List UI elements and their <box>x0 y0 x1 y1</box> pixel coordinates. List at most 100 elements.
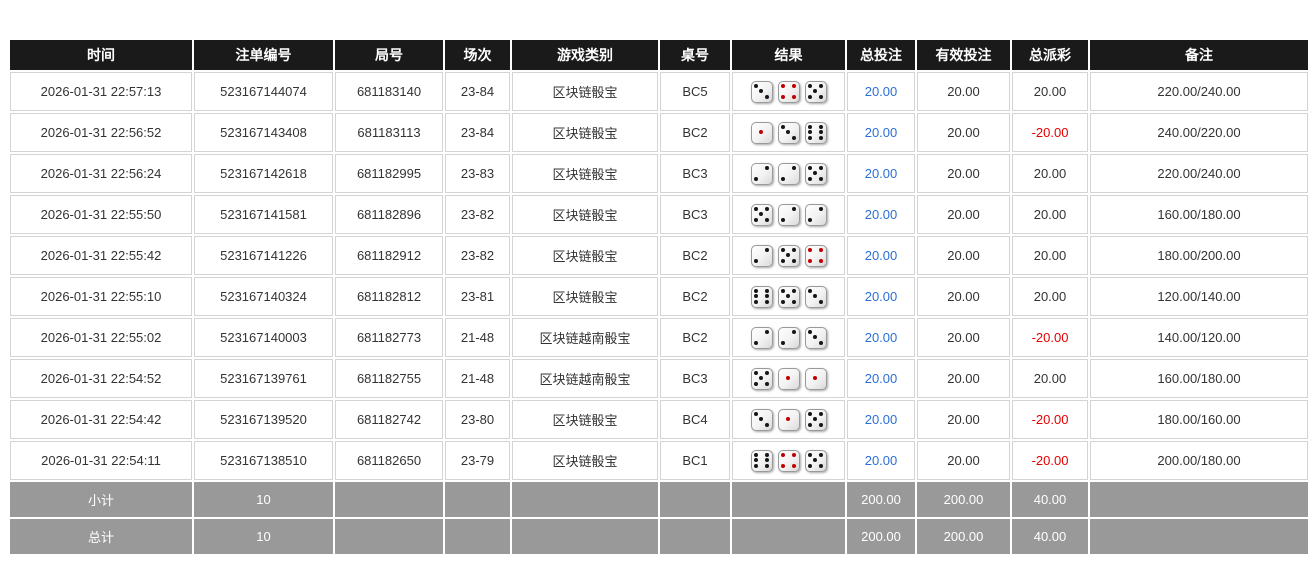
cell-time: 2026-01-31 22:57:13 <box>10 72 192 111</box>
cell-table_no: BC3 <box>660 359 730 398</box>
total-bet-link[interactable]: 20.00 <box>865 412 898 427</box>
cell-round_no: 681183140 <box>335 72 443 111</box>
footer-cell-total_payout: 40.00 <box>1012 482 1088 517</box>
cell-total_payout: 20.00 <box>1012 72 1088 111</box>
cell-text-total_payout: 20.00 <box>1034 207 1067 222</box>
cell-text-valid_bet: 20.00 <box>947 248 980 263</box>
cell-text-session: 23-82 <box>461 248 494 263</box>
footer-cell-valid_bet: 200.00 <box>917 519 1010 554</box>
footer-cell-total_bet: 200.00 <box>847 519 915 554</box>
cell-valid_bet: 20.00 <box>917 400 1010 439</box>
cell-text-round_no: 681182650 <box>357 453 421 468</box>
cell-valid_bet: 20.00 <box>917 359 1010 398</box>
cell-round_no: 681182773 <box>335 318 443 357</box>
column-header-valid_bet: 有效投注 <box>917 40 1010 70</box>
cell-round_no: 681182912 <box>335 236 443 275</box>
cell-table_no: BC5 <box>660 72 730 111</box>
die-2-icon <box>751 245 773 267</box>
cell-session: 23-82 <box>445 236 510 275</box>
total-bet-link[interactable]: 20.00 <box>865 84 898 99</box>
footer-cell-total_bet: 200.00 <box>847 482 915 517</box>
cell-remark: 200.00/180.00 <box>1090 441 1308 480</box>
cell-text-game_type: 区块链骰宝 <box>552 85 617 100</box>
cell-round_no: 681182755 <box>335 359 443 398</box>
cell-valid_bet: 20.00 <box>917 318 1010 357</box>
die-5-icon <box>778 245 800 267</box>
cell-text-table_no: BC5 <box>682 84 707 99</box>
die-6-icon <box>751 286 773 308</box>
column-header-table_no: 桌号 <box>660 40 730 70</box>
table-row: 2026-01-31 22:56:52 523167143408 681183113… <box>10 113 1308 152</box>
cell-result <box>732 318 845 357</box>
cell-text-total_payout: -20.00 <box>1032 125 1069 140</box>
footer-count: 10 <box>194 519 333 554</box>
cell-time: 2026-01-31 22:55:42 <box>10 236 192 275</box>
die-5-icon <box>805 409 827 431</box>
cell-text-remark: 220.00/240.00 <box>1157 166 1240 181</box>
cell-session: 21-48 <box>445 318 510 357</box>
dice-result <box>736 122 841 144</box>
cell-text-valid_bet: 20.00 <box>947 289 980 304</box>
cell-text-total_payout: -20.00 <box>1032 330 1069 345</box>
footer-cell-session <box>445 482 510 517</box>
cell-session: 23-79 <box>445 441 510 480</box>
cell-total_payout: 20.00 <box>1012 277 1088 316</box>
cell-total_payout: -20.00 <box>1012 441 1088 480</box>
total-bet-link[interactable]: 20.00 <box>865 453 898 468</box>
cell-total_bet: 20.00 <box>847 318 915 357</box>
cell-total_bet: 20.00 <box>847 113 915 152</box>
total-bet-link[interactable]: 20.00 <box>865 166 898 181</box>
dice-result <box>736 368 841 390</box>
total-bet-link[interactable]: 20.00 <box>865 289 898 304</box>
cell-text-remark: 160.00/180.00 <box>1157 371 1240 386</box>
cell-text-remark: 120.00/140.00 <box>1157 289 1240 304</box>
total-bet-link[interactable]: 20.00 <box>865 125 898 140</box>
cell-text-time: 2026-01-31 22:56:52 <box>41 125 162 140</box>
cell-text-total_payout: 20.00 <box>1034 289 1067 304</box>
column-header-bet_id: 注单编号 <box>194 40 333 70</box>
table-row: 2026-01-31 22:54:52523167139761681182755… <box>10 359 1308 398</box>
cell-total_bet: 20.00 <box>847 236 915 275</box>
column-header-result: 结果 <box>732 40 845 70</box>
total-bet-link[interactable]: 20.00 <box>865 330 898 345</box>
die-5-icon <box>751 204 773 226</box>
dice-result <box>736 409 841 431</box>
cell-text-bet_id: 523167143408 <box>220 125 307 140</box>
cell-bet_id: 523167139520 <box>194 400 333 439</box>
cell-game_type: 区块链骰宝 <box>512 236 658 275</box>
grand-total-row: 总计10200.00200.0040.00 <box>10 519 1308 554</box>
column-header-time: 时间 <box>10 40 192 70</box>
cell-text-round_no: 681182742 <box>357 412 421 427</box>
cell-text-round_no: 681182773 <box>357 330 421 345</box>
cell-remark: 220.00/240.00 <box>1090 72 1308 111</box>
cell-text-session: 23-80 <box>461 412 494 427</box>
cell-text-total_payout: -20.00 <box>1032 412 1069 427</box>
die-5-icon <box>778 286 800 308</box>
cell-total_payout: -20.00 <box>1012 113 1088 152</box>
total-bet-link[interactable]: 20.00 <box>865 248 898 263</box>
cell-total_bet: 20.00 <box>847 400 915 439</box>
dice-result <box>736 81 841 103</box>
cell-text-table_no: BC3 <box>682 371 707 386</box>
footer-label: 总计 <box>10 519 192 554</box>
cell-text-session: 23-81 <box>461 289 494 304</box>
cell-remark: 240.00/220.00 <box>1090 113 1308 152</box>
cell-text-bet_id: 523167138510 <box>220 453 307 468</box>
cell-text-round_no: 681183140 <box>357 84 421 99</box>
cell-remark: 160.00/180.00 <box>1090 195 1308 234</box>
cell-remark: 220.00/240.00 <box>1090 154 1308 193</box>
table-row: 2026-01-31 22:55:10523167140324681182812… <box>10 277 1308 316</box>
total-bet-link[interactable]: 20.00 <box>865 207 898 222</box>
die-3-icon <box>751 81 773 103</box>
table-row: 2026-01-31 22:54:11523167138510681182650… <box>10 441 1308 480</box>
cell-round_no: 681183113 <box>335 113 443 152</box>
cell-session: 23-84 <box>445 72 510 111</box>
die-3-icon <box>805 327 827 349</box>
total-bet-link[interactable]: 20.00 <box>865 371 898 386</box>
cell-valid_bet: 20.00 <box>917 154 1010 193</box>
cell-text-round_no: 681182812 <box>357 289 421 304</box>
subtotal-row: 小计10200.00200.0040.00 <box>10 482 1308 517</box>
dice-result <box>736 450 841 472</box>
cell-round_no: 681182995 <box>335 154 443 193</box>
die-1-icon <box>778 409 800 431</box>
